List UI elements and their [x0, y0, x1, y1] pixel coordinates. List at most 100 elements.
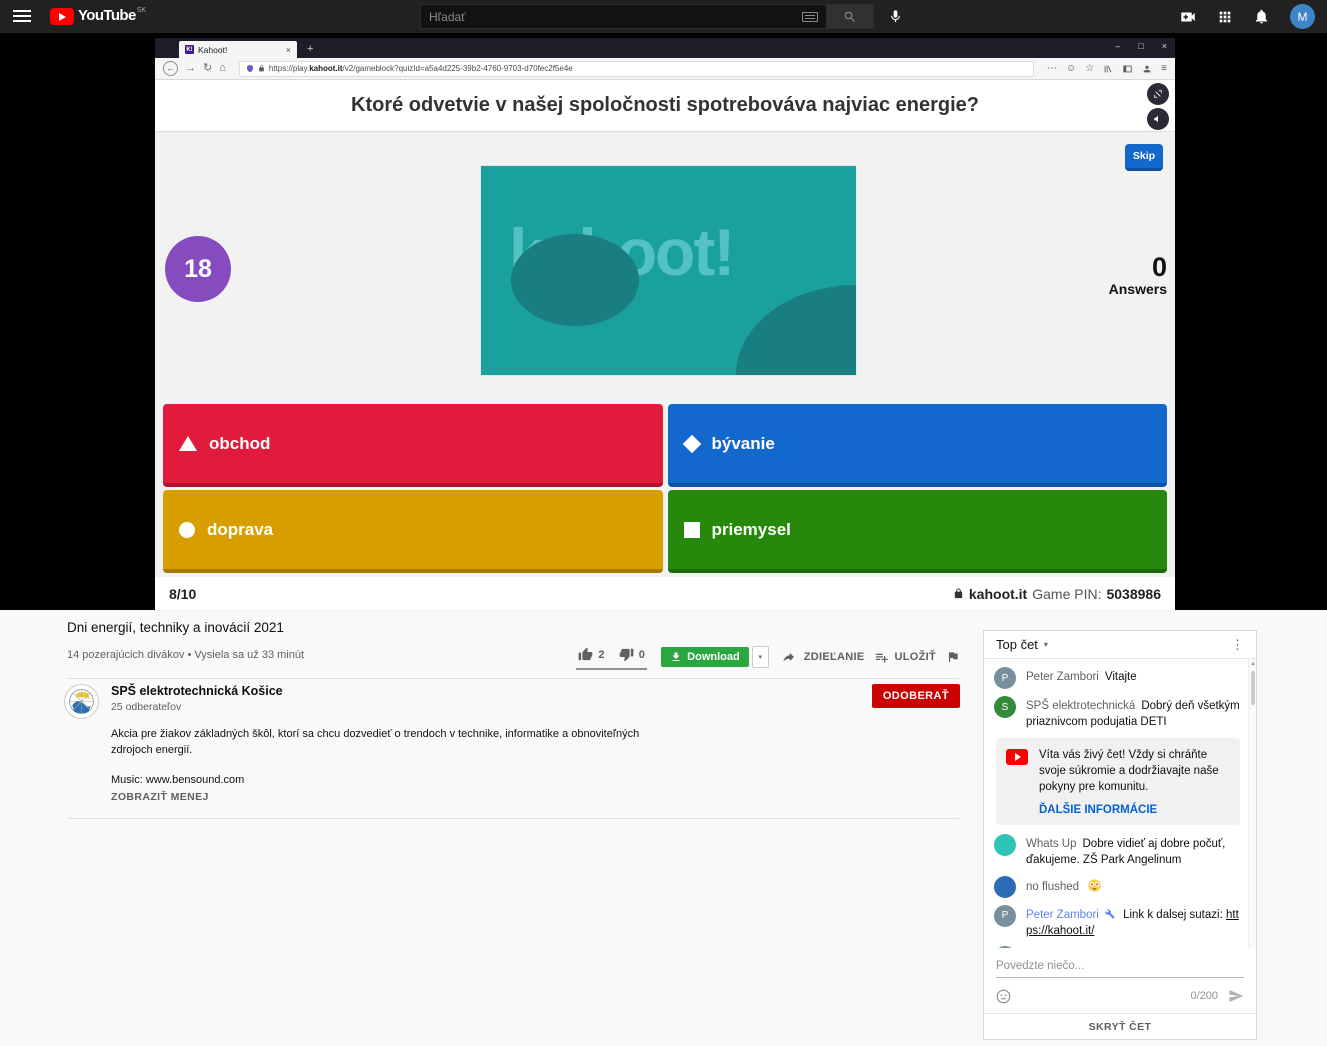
chat-text: Link k dalsej sutazi: — [1123, 909, 1226, 921]
answer-label: doprava — [207, 520, 273, 540]
report-button[interactable] — [946, 650, 960, 664]
browser-tab-kahoot[interactable]: K! Kahoot! × — [179, 41, 297, 58]
mic-icon — [888, 9, 903, 24]
save-button[interactable]: ULOŽIŤ — [874, 650, 936, 665]
audio-button[interactable] — [1147, 108, 1169, 130]
chat-author[interactable]: Peter Zambori — [1026, 671, 1099, 683]
apps-button[interactable] — [1217, 9, 1233, 25]
chat-message-list[interactable]: P Peter ZamboriVitajte S SPŠ elektrotech… — [984, 659, 1256, 948]
mic-button[interactable] — [888, 9, 903, 24]
dislike-button[interactable]: 0 — [619, 647, 645, 662]
download-button[interactable]: Download — [661, 647, 749, 667]
emoji-button[interactable] — [996, 989, 1011, 1004]
thumbs-down-icon — [619, 647, 634, 662]
answer-option-blue[interactable]: bývanie — [668, 404, 1168, 487]
chat-avatar[interactable]: P — [994, 946, 1016, 948]
search-input[interactable] — [429, 10, 802, 24]
channel-text: SPŠ elektrotechnická Košice 25 odberateľ… — [111, 684, 283, 713]
video-title: Dni energií, techniky a inovácií 2021 — [67, 620, 960, 635]
send-button[interactable] — [1228, 988, 1244, 1004]
search-bar — [420, 4, 903, 29]
chat-author[interactable]: no flushed — [1026, 881, 1079, 893]
bell-icon — [1253, 8, 1270, 25]
chat-header: Top čet ▾ ⋮ — [984, 631, 1256, 659]
keyboard-icon[interactable] — [802, 12, 818, 22]
channel-name[interactable]: SPŠ elektrotechnická Košice — [111, 684, 283, 698]
fullscreen-button[interactable] — [1147, 83, 1169, 105]
bookmark-star-icon[interactable]: ☆ — [1085, 63, 1094, 74]
answer-option-yellow[interactable]: doprava — [163, 490, 663, 573]
notice-text: Víta vás živý čet! Vždy si chráňte svoje… — [1039, 747, 1230, 795]
menu-icon[interactable] — [13, 10, 31, 23]
chat-author[interactable]: SPŠ elektrotechnická — [1026, 700, 1135, 712]
window-close-icon[interactable]: × — [1162, 41, 1167, 51]
notice-more-info-link[interactable]: ĎALŠIE INFORMÁCIE — [1039, 804, 1230, 816]
share-label: ZDIEĽANIE — [804, 651, 865, 663]
show-less-button[interactable]: ZOBRAZIŤ MENEJ — [111, 791, 209, 803]
browser-tab-bar: K! Kahoot! × + – □ × — [155, 38, 1175, 58]
library-icon[interactable] — [1103, 64, 1113, 74]
window-minimize-icon[interactable]: – — [1115, 41, 1120, 51]
answers-label: Answers — [1109, 281, 1167, 297]
search-button[interactable] — [827, 4, 874, 29]
pocket-icon[interactable]: ☺ — [1066, 63, 1076, 74]
chat-input-row: 0/200 — [996, 978, 1244, 1013]
yt-header: YouTube SK M — [0, 0, 1327, 33]
chat-scrollbar[interactable]: ▲ — [1248, 659, 1256, 948]
create-video-button[interactable] — [1179, 8, 1197, 26]
chat-input[interactable] — [996, 956, 1244, 978]
chat-avatar[interactable]: S — [994, 696, 1016, 718]
subscribe-button[interactable]: ODOBERAŤ — [872, 684, 960, 708]
chat-author-moderator[interactable]: Peter Zambori — [1026, 909, 1099, 921]
question-progress: 8/10 — [169, 586, 196, 602]
account-profile-icon[interactable] — [1142, 64, 1152, 74]
answer-option-red[interactable]: obchod — [163, 404, 663, 487]
account-avatar[interactable]: M — [1290, 4, 1315, 29]
channel-avatar[interactable] — [64, 684, 99, 719]
chevron-down-icon[interactable]: ▾ — [1044, 640, 1048, 649]
hide-chat-button[interactable]: SKRYŤ ČET — [984, 1013, 1256, 1039]
url-bar[interactable]: https://play.kahoot.it/v2/gameblock?quiz… — [239, 61, 1034, 77]
browser-menu-icon[interactable]: ≡ — [1161, 63, 1167, 74]
description-text: Akcia pre žiakov základných škôl, ktorí … — [111, 727, 651, 758]
scrollbar-thumb[interactable] — [1251, 671, 1255, 705]
yt-logo-country: SK — [137, 7, 146, 14]
yt-logo[interactable]: YouTube SK — [50, 7, 146, 25]
yt-play-icon — [50, 8, 74, 25]
playlist-add-icon — [874, 650, 889, 665]
chat-avatar[interactable] — [994, 834, 1016, 856]
tab-close-icon[interactable]: × — [286, 45, 291, 55]
video-player[interactable]: K! Kahoot! × + – □ × ← → ↻ ⌂ — [0, 33, 1327, 610]
chat-menu-kebab-icon[interactable]: ⋮ — [1231, 637, 1244, 653]
window-maximize-icon[interactable]: □ — [1138, 41, 1143, 51]
chat-avatar[interactable]: P — [994, 905, 1016, 927]
like-button[interactable]: 2 — [578, 647, 604, 662]
shield-icon — [246, 64, 254, 73]
reload-icon[interactable]: ↻ — [203, 63, 212, 74]
video-meta-row: 14 pozerajúcich divákov • Vysiela sa už … — [67, 644, 960, 670]
new-tab-button[interactable]: + — [307, 41, 313, 58]
share-button[interactable]: ZDIEĽANIE — [783, 650, 865, 664]
chat-message: P Peter Zambori 5038986 — [994, 946, 1242, 948]
back-icon[interactable]: ← — [163, 61, 178, 76]
chat-author[interactable]: Whats Up — [1026, 838, 1077, 850]
youtube-watch-page: YouTube SK M — [0, 0, 1327, 1046]
page-actions-icon[interactable]: ⋯ — [1047, 63, 1057, 74]
skip-button[interactable]: Skip — [1125, 144, 1163, 171]
notifications-button[interactable] — [1253, 8, 1270, 25]
like-count: 2 — [598, 649, 604, 661]
home-icon[interactable]: ⌂ — [219, 63, 226, 74]
forward-icon[interactable]: → — [185, 63, 196, 74]
answers-counter: 0 Answers — [1109, 254, 1167, 297]
search-icon — [843, 10, 857, 24]
chat-avatar[interactable]: P — [994, 667, 1016, 689]
chat-welcome-notice: Víta vás živý čet! Vždy si chráňte svoje… — [996, 738, 1240, 825]
answer-option-green[interactable]: priemysel — [668, 490, 1168, 573]
download-options-button[interactable]: ▾ — [752, 646, 769, 668]
chat-avatar[interactable] — [994, 876, 1016, 898]
scroll-up-icon[interactable]: ▲ — [1250, 661, 1256, 667]
download-icon — [670, 651, 682, 663]
speaker-icon — [1153, 114, 1163, 124]
sidebar-icon[interactable] — [1122, 64, 1133, 74]
chat-mode-selector[interactable]: Top čet — [996, 637, 1038, 652]
